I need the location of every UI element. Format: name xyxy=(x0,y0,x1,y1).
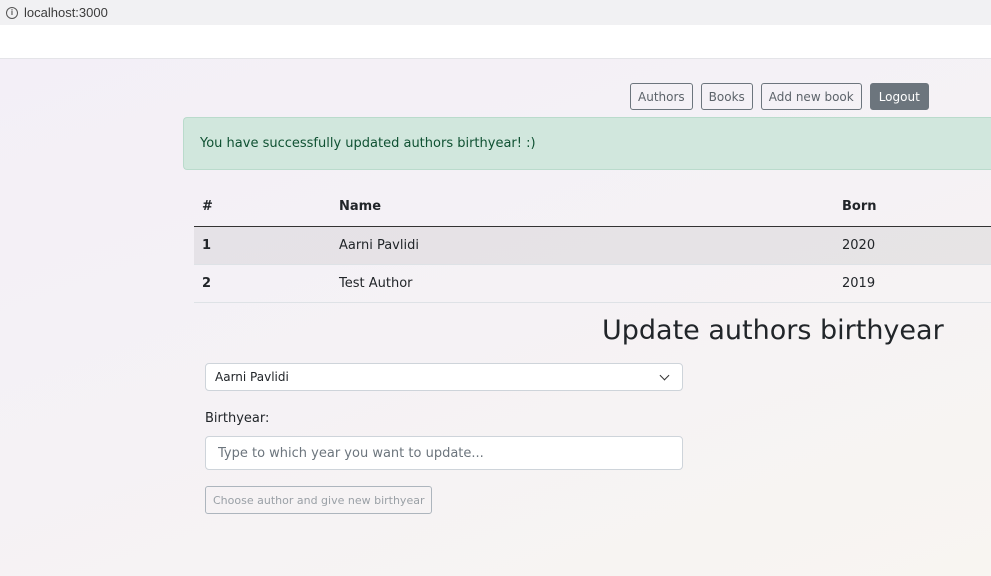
authors-table: # Name Born 1 Aarni Pavlidi 2020 2 Test … xyxy=(194,188,991,303)
browser-toolbar-strip xyxy=(0,25,991,59)
birthyear-label: Birthyear: xyxy=(205,411,270,426)
table-row: 2 Test Author 2019 xyxy=(194,264,991,302)
browser-address-bar[interactable]: i localhost:3000 xyxy=(0,0,991,25)
row-name: Aarni Pavlidi xyxy=(339,237,419,253)
row-name: Test Author xyxy=(339,275,413,291)
form-heading: Update authors birthyear xyxy=(602,315,944,346)
alert-message: You have successfully updated authors bi… xyxy=(200,136,536,151)
author-select[interactable]: Aarni Pavlidi xyxy=(205,363,683,391)
birthyear-input[interactable] xyxy=(205,436,683,470)
row-born: 2019 xyxy=(842,275,876,291)
authors-button[interactable]: Authors xyxy=(630,83,693,110)
table-header-row: # Name Born xyxy=(194,188,991,227)
nav-bar: Authors Books Add new book Logout xyxy=(630,83,929,110)
page-content: Authors Books Add new book Logout You ha… xyxy=(0,59,991,576)
table-row: 1 Aarni Pavlidi 2020 xyxy=(194,226,991,264)
url-text[interactable]: localhost:3000 xyxy=(24,5,108,20)
row-born: 2020 xyxy=(842,237,876,253)
books-button[interactable]: Books xyxy=(700,83,753,110)
row-number: 1 xyxy=(202,237,212,253)
header-name: Name xyxy=(331,188,834,227)
header-number: # xyxy=(194,188,331,227)
add-new-book-button[interactable]: Add new book xyxy=(760,83,862,110)
row-number: 2 xyxy=(202,275,212,291)
success-alert: You have successfully updated authors bi… xyxy=(183,117,991,170)
update-birthyear-button[interactable]: Choose author and give new birthyear xyxy=(205,486,433,514)
chevron-down-icon xyxy=(659,370,670,381)
header-born: Born xyxy=(834,188,991,227)
logout-button[interactable]: Logout xyxy=(869,83,929,110)
info-icon[interactable]: i xyxy=(6,6,18,19)
author-select-value: Aarni Pavlidi xyxy=(215,370,289,384)
